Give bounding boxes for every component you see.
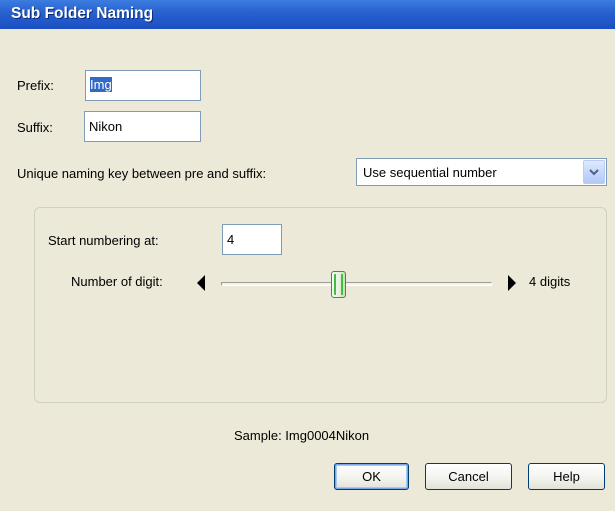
prefix-input[interactable]: Img	[85, 70, 201, 101]
cancel-button[interactable]: Cancel	[425, 463, 512, 490]
chevron-down-icon	[589, 169, 599, 176]
ok-button[interactable]: OK	[334, 463, 409, 490]
dialog-title: Sub Folder Naming	[11, 5, 154, 22]
digits-count-text: 4 digits	[529, 274, 571, 289]
increase-arrow-icon[interactable]	[507, 275, 516, 291]
prefix-label: Prefix:	[17, 78, 54, 93]
naming-key-dropdown[interactable]: Use sequential number	[356, 158, 607, 186]
prefix-value: Img	[90, 77, 112, 92]
dropdown-arrow-button[interactable]	[583, 160, 605, 184]
help-button[interactable]: Help	[528, 463, 605, 490]
dialog-window: Sub Folder Naming Prefix: Img Suffix: Ni…	[0, 0, 615, 511]
digits-label: Number of digit:	[71, 274, 163, 289]
decrease-arrow-icon[interactable]	[197, 275, 206, 291]
suffix-input[interactable]: Nikon	[84, 111, 201, 142]
start-numbering-value: 4	[227, 232, 235, 247]
naming-key-label: Unique naming key between pre and suffix…	[17, 166, 267, 181]
suffix-value: Nikon	[89, 119, 123, 134]
digits-slider-track[interactable]	[221, 282, 492, 286]
start-numbering-label: Start numbering at:	[48, 233, 159, 248]
sample-text: Sample: Img0004Nikon	[234, 428, 370, 443]
title-bar[interactable]: Sub Folder Naming	[0, 0, 615, 29]
suffix-label: Suffix:	[17, 120, 53, 135]
digits-slider-thumb[interactable]	[331, 271, 346, 298]
start-numbering-input[interactable]: 4	[222, 224, 282, 255]
naming-key-selected: Use sequential number	[363, 165, 497, 180]
